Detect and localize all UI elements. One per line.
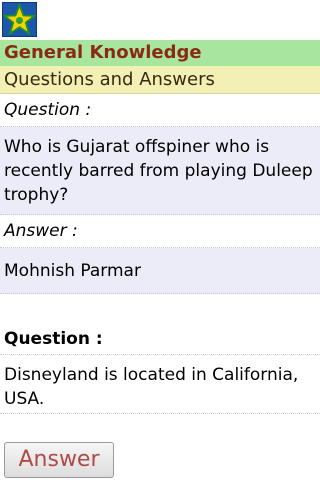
- app-title: General Knowledge: [0, 40, 320, 66]
- answer-button[interactable]: Answer: [4, 442, 114, 478]
- answer-label: Answer :: [0, 215, 320, 248]
- top-bar: [0, 0, 320, 40]
- question-label: Question :: [0, 94, 320, 127]
- next-question-label: Question :: [0, 324, 320, 355]
- question-text: Who is Gujarat offspiner who is recently…: [0, 127, 320, 215]
- star-badge-icon: [2, 2, 37, 37]
- next-question-text: Disneyland is located in California, USA…: [0, 355, 320, 414]
- answer-text: Mohnish Parmar: [0, 248, 320, 294]
- app-subtitle: Questions and Answers: [0, 66, 320, 94]
